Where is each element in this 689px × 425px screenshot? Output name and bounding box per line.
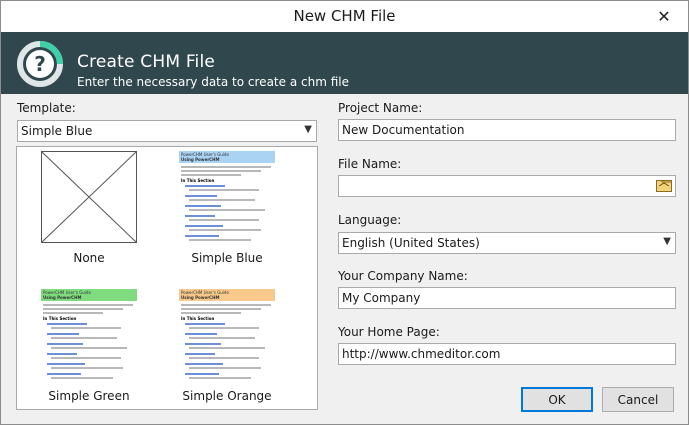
company-name-label: Your Company Name: <box>338 269 468 283</box>
preview-using-text: Using PowerCHM <box>181 157 220 162</box>
template-thumb-simple-orange[interactable]: PowerCHM User's Guide Using PowerCHM In … <box>179 289 275 381</box>
template-label: Template: <box>17 101 76 115</box>
home-page-label: Your Home Page: <box>338 325 440 339</box>
preview-section-text: In This Section <box>181 178 215 183</box>
new-chm-file-dialog: New CHM File ✕ ? Create CHM File Enter t… <box>0 0 689 425</box>
project-name-input[interactable]: New Documentation <box>338 119 676 141</box>
preview-header: PowerCHM User's Guide Using PowerCHM <box>179 151 275 163</box>
close-icon[interactable]: ✕ <box>642 1 686 31</box>
help-question-icon: ? <box>17 41 63 87</box>
template-selected: Simple Blue <box>21 124 93 138</box>
template-dropdown[interactable]: Simple Blue ▼ <box>17 120 317 142</box>
company-name-input[interactable]: My Company <box>338 287 676 309</box>
template-thumb-none[interactable] <box>41 151 137 243</box>
banner-heading: Create CHM File <box>77 52 216 72</box>
chevron-down-icon: ▼ <box>663 236 671 247</box>
cancel-button[interactable]: Cancel <box>602 387 674 412</box>
language-dropdown[interactable]: English (United States) ▼ <box>338 232 676 254</box>
language-selected: English (United States) <box>342 236 480 250</box>
svg-text:?: ? <box>34 52 46 76</box>
banner-subheading: Enter the necessary data to create a chm… <box>77 75 349 89</box>
folder-open-icon[interactable] <box>656 178 672 192</box>
empty-preview-icon <box>41 151 137 243</box>
template-caption-simple-blue: Simple Blue <box>191 251 263 265</box>
window-title: New CHM File <box>293 7 396 25</box>
project-name-label: Project Name: <box>338 101 423 115</box>
template-gallery: None PowerCHM User's Guide Using PowerCH… <box>16 146 318 410</box>
language-label: Language: <box>338 213 402 227</box>
preview-header: PowerCHM User's Guide Using PowerCHM <box>179 289 275 301</box>
template-caption-none: None <box>73 251 105 265</box>
header-banner: ? Create CHM File Enter the necessary da… <box>1 32 688 94</box>
file-name-label: File Name: <box>338 157 402 171</box>
title-bar: New CHM File ✕ <box>1 1 688 32</box>
template-caption-simple-orange: Simple Orange <box>182 389 272 403</box>
chevron-down-icon: ▼ <box>304 124 312 135</box>
preview-using-text: Using PowerCHM <box>181 295 220 300</box>
ok-button[interactable]: OK <box>521 387 593 412</box>
template-thumb-simple-green[interactable]: PowerCHM User's Guide Using PowerCHM In … <box>41 289 137 381</box>
template-thumb-simple-blue[interactable]: PowerCHM User's Guide Using PowerCHM In … <box>179 151 275 243</box>
preview-section-text: In This Section <box>43 316 77 321</box>
file-name-input[interactable] <box>338 175 676 197</box>
template-caption-simple-green: Simple Green <box>48 389 130 403</box>
preview-section-text: In This Section <box>181 316 215 321</box>
preview-using-text: Using PowerCHM <box>43 295 82 300</box>
home-page-input[interactable]: http://www.chmeditor.com <box>338 343 676 365</box>
preview-header: PowerCHM User's Guide Using PowerCHM <box>41 289 137 301</box>
